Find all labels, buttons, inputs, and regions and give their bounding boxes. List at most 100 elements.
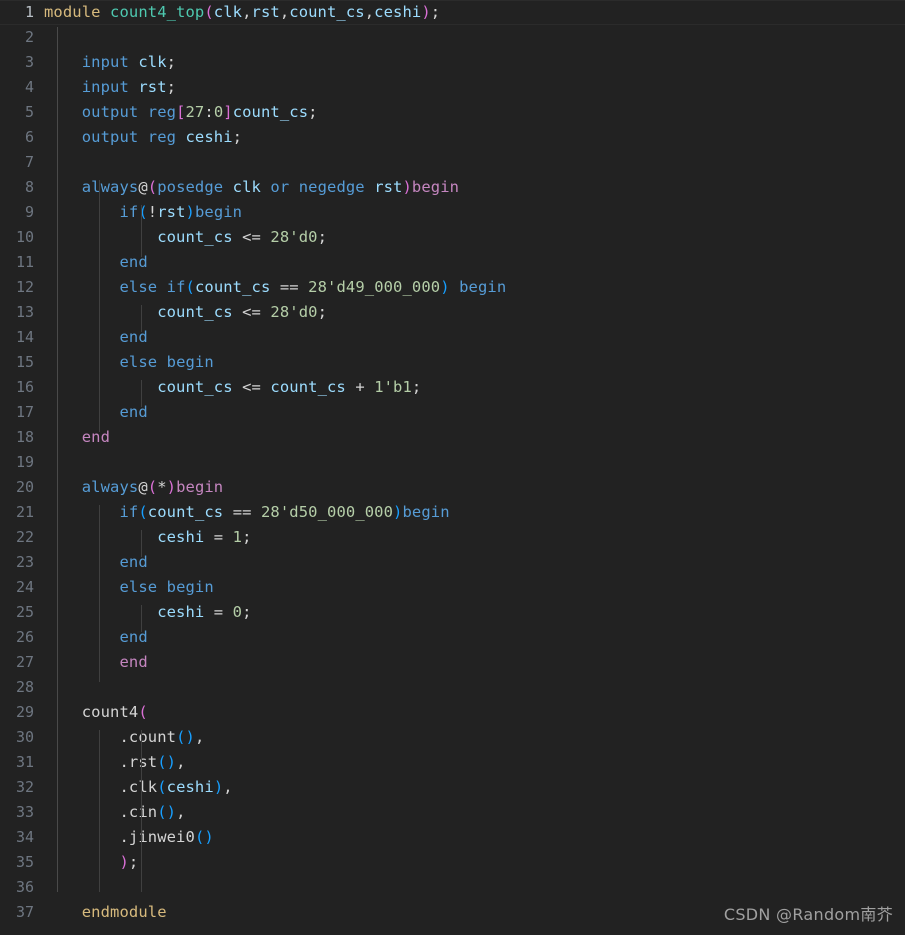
code-token: end <box>119 253 148 271</box>
code-lines-container[interactable]: 1 module count4_top(clk,rst,count_cs,cesh… <box>0 0 905 935</box>
code-line[interactable]: 6 output reg ceshi; <box>0 125 905 150</box>
code-line-content[interactable]: module count4_top(clk,rst,count_cs,ceshi… <box>44 0 905 25</box>
code-line[interactable]: 12 else if(count_cs == 28'd49_000_000) b… <box>0 275 905 300</box>
line-number: 19 <box>15 453 34 471</box>
code-token: 1 <box>232 528 243 546</box>
code-line[interactable]: 15 else begin <box>0 350 905 375</box>
line-number: 35 <box>15 853 34 871</box>
code-token: end <box>119 328 148 346</box>
code-line[interactable]: 24 else begin <box>0 575 905 600</box>
code-line-content[interactable]: ); <box>44 850 905 875</box>
code-line-content[interactable]: else begin <box>44 350 905 375</box>
code-line[interactable]: 3 input clk; <box>0 50 905 75</box>
code-line-content[interactable]: .rst(), <box>44 750 905 775</box>
code-token: count_cs <box>289 3 365 21</box>
code-token: ) <box>402 178 412 196</box>
code-line-content[interactable]: input clk; <box>44 50 905 75</box>
code-line-content[interactable]: output reg ceshi; <box>44 125 905 150</box>
code-line[interactable]: 33 .cin(), <box>0 800 905 825</box>
code-token: 0 <box>213 103 224 121</box>
code-token: ( <box>157 778 167 796</box>
code-token: rst <box>138 78 167 96</box>
code-line[interactable]: 31 .rst(), <box>0 750 905 775</box>
code-line[interactable]: 25 ceshi = 0; <box>0 600 905 625</box>
line-number: 32 <box>15 778 34 796</box>
code-token: ( <box>138 203 148 221</box>
code-line[interactable]: 26 end <box>0 625 905 650</box>
code-token: = <box>213 528 224 546</box>
code-token: ( <box>147 478 158 496</box>
code-line-content[interactable]: ceshi = 1; <box>44 525 905 550</box>
line-number: 8 <box>24 178 34 196</box>
code-line-content[interactable]: input rst; <box>44 75 905 100</box>
code-line[interactable]: 30 .count(), <box>0 725 905 750</box>
code-line-content[interactable]: if(!rst)begin <box>44 200 905 225</box>
code-token: ; <box>242 528 252 546</box>
line-number: 29 <box>15 703 34 721</box>
code-line[interactable]: 9 if(!rst)begin <box>0 200 905 225</box>
code-token: output <box>81 128 139 146</box>
code-line[interactable]: 16 count_cs <= count_cs + 1'b1; <box>0 375 905 400</box>
code-line[interactable]: 21 if(count_cs == 28'd50_000_000)begin <box>0 500 905 525</box>
code-line[interactable]: 14 end <box>0 325 905 350</box>
code-line-content[interactable]: output reg[27:0]count_cs; <box>44 100 905 125</box>
code-token: .jinwei0 <box>119 828 195 846</box>
code-line-content[interactable]: count_cs <= 28'd0; <box>44 300 905 325</box>
code-line[interactable]: 32 .clk(ceshi), <box>0 775 905 800</box>
code-line-content[interactable]: .cin(), <box>44 800 905 825</box>
code-line[interactable]: 36 <box>0 875 905 900</box>
code-editor[interactable]: 1 module count4_top(clk,rst,count_cs,cesh… <box>0 0 905 935</box>
code-line[interactable]: 1 module count4_top(clk,rst,count_cs,cesh… <box>0 0 905 25</box>
code-line[interactable]: 29 count4( <box>0 700 905 725</box>
code-line-content[interactable]: ceshi = 0; <box>44 600 905 625</box>
code-line-content[interactable]: else begin <box>44 575 905 600</box>
code-line-content[interactable]: .count(), <box>44 725 905 750</box>
line-number: 9 <box>24 203 34 221</box>
line-number: 24 <box>15 578 34 596</box>
line-number: 6 <box>24 128 34 146</box>
code-line[interactable]: 34 .jinwei0() <box>0 825 905 850</box>
code-line[interactable]: 27 end <box>0 650 905 675</box>
code-line[interactable]: 35 ); <box>0 850 905 875</box>
code-token: begin <box>166 353 214 371</box>
code-line-content[interactable]: count_cs <= count_cs + 1'b1; <box>44 375 905 400</box>
code-line[interactable]: 17 end <box>0 400 905 425</box>
code-line[interactable]: 11 end <box>0 250 905 275</box>
code-line-content[interactable]: end <box>44 250 905 275</box>
code-line[interactable]: 18 end <box>0 425 905 450</box>
code-line-content[interactable]: end <box>44 400 905 425</box>
code-line-content[interactable]: always@(posedge clk or negedge rst)begin <box>44 175 905 200</box>
code-line-content[interactable]: end <box>44 325 905 350</box>
code-line[interactable]: 23 end <box>0 550 905 575</box>
code-line-content[interactable]: count_cs <= 28'd0; <box>44 225 905 250</box>
code-token: end <box>81 428 111 446</box>
code-line-content[interactable]: if(count_cs == 28'd50_000_000)begin <box>44 500 905 525</box>
code-line-content[interactable]: end <box>44 425 905 450</box>
code-line-content[interactable]: end <box>44 550 905 575</box>
code-line[interactable]: 7 <box>0 150 905 175</box>
code-line-content[interactable]: end <box>44 650 905 675</box>
code-line-content[interactable]: end <box>44 625 905 650</box>
code-line[interactable]: 8 always@(posedge clk or negedge rst)beg… <box>0 175 905 200</box>
code-line[interactable]: 13 count_cs <= 28'd0; <box>0 300 905 325</box>
code-line[interactable]: 19 <box>0 450 905 475</box>
code-line[interactable]: 28 <box>0 675 905 700</box>
code-line[interactable]: 4 input rst; <box>0 75 905 100</box>
code-token: count_cs <box>194 278 271 296</box>
code-line-content[interactable]: else if(count_cs == 28'd49_000_000) begi… <box>44 275 905 300</box>
code-token: reg <box>147 103 177 121</box>
code-line[interactable]: 10 count_cs <= 28'd0; <box>0 225 905 250</box>
code-line-content[interactable]: .clk(ceshi), <box>44 775 905 800</box>
code-line[interactable]: 2 <box>0 25 905 50</box>
code-line-content[interactable]: count4( <box>44 700 905 725</box>
code-line[interactable]: 5 output reg[27:0]count_cs; <box>0 100 905 125</box>
code-line-content[interactable]: always@(*)begin <box>44 475 905 500</box>
line-number: 25 <box>15 603 34 621</box>
code-line[interactable]: 22 ceshi = 1; <box>0 525 905 550</box>
code-line[interactable]: 20 always@(*)begin <box>0 475 905 500</box>
code-line-content[interactable]: .jinwei0() <box>44 825 905 850</box>
